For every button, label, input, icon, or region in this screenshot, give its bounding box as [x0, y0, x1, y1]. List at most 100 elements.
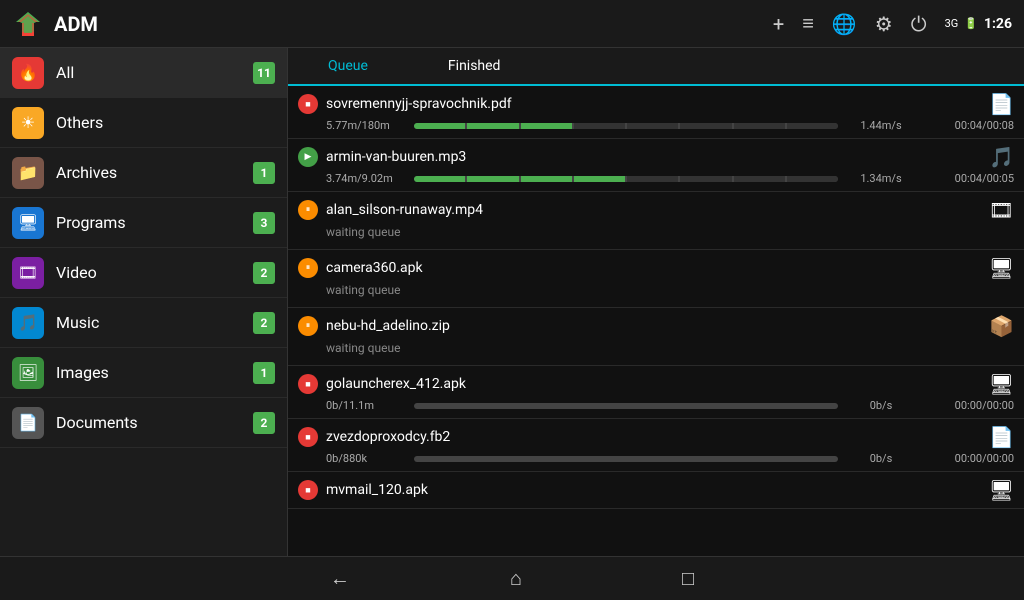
settings-button[interactable]: ⚙: [875, 12, 893, 36]
sidebar: 🔥All11☀Others📁Archives1🖥Programs3🎞Video2…: [0, 48, 288, 556]
sidebar-item-video[interactable]: 🎞Video2: [0, 248, 287, 298]
file-type-icon-4: 🖥: [989, 256, 1014, 280]
power-button[interactable]: ⏻: [911, 12, 927, 36]
menu-button[interactable]: ≡: [802, 11, 814, 36]
progress-bar-2: [414, 176, 838, 182]
progress-info-1: 5.77m/180m: [326, 119, 406, 132]
sidebar-badge-archives: 1: [253, 162, 275, 184]
sidebar-item-images[interactable]: 🖼Images1: [0, 348, 287, 398]
tab-bar: QueueFinished: [288, 48, 1024, 86]
battery-icon: 🔋: [964, 17, 978, 30]
download-item-3[interactable]: ⏸alan_silson-runaway.mp4🎞waiting queue: [288, 192, 1024, 250]
download-header-2: ▶ armin-van-buuren.mp3 🎵: [298, 145, 1014, 169]
top-bar: ADM + ≡ 🌐 ⚙ ⏻ 3G 🔋 1:26: [0, 0, 1024, 48]
sidebar-label-documents: Documents: [56, 413, 253, 432]
download-header-1: ■sovremennyjj-spravochnik.pdf📄: [298, 92, 1014, 116]
speed-1: 1.44m/s: [846, 119, 916, 132]
sidebar-badge-video: 2: [253, 262, 275, 284]
download-list: ■ sovremennyjj-spravochnik.pdf 📄 5.77m/180m…: [288, 86, 1024, 556]
download-item-6[interactable]: ■ golauncherex_412.apk 🖥 0b/11.1m 0b/s 00:00/…: [288, 366, 1024, 419]
sidebar-item-all[interactable]: 🔥 All11: [0, 48, 287, 98]
recent-button[interactable]: □: [682, 566, 694, 591]
app-header: ADM: [12, 8, 773, 40]
archives-icon: 📁: [12, 157, 44, 189]
filename-4: camera360.apk: [326, 260, 981, 276]
status-icon-4: ⏸: [298, 258, 318, 278]
sidebar-label-others: Others: [56, 113, 275, 132]
waiting-label-5: waiting queue: [298, 341, 1014, 359]
sidebar-item-archives[interactable]: 📁Archives1: [0, 148, 287, 198]
sidebar-label-all: All: [56, 63, 253, 82]
progress-bar-7: [414, 456, 838, 462]
progress-row-2: 3.74m/9.02m1.34m/s00:04/00:05: [298, 172, 1014, 185]
download-item-4[interactable]: ⏸ camera360.apk 🖥 waiting queue: [288, 250, 1024, 308]
sidebar-label-video: Video: [56, 263, 253, 282]
home-button[interactable]: ⌂: [510, 566, 522, 591]
speed-6: 0b/s: [846, 399, 916, 412]
progress-row-7: 0b/880k0b/s00:00/00:00: [298, 452, 1014, 465]
filename-1: sovremennyjj-spravochnik.pdf: [326, 96, 981, 112]
download-item-7[interactable]: ■ zvezdoproxodcy.fb2 📄 0b/880k0b/s00:00/00:…: [288, 419, 1024, 472]
download-header-8: ■mvmail_120.apk🖥: [298, 478, 1014, 502]
sidebar-item-documents[interactable]: 📄Documents2: [0, 398, 287, 448]
file-type-icon-6: 🖥: [989, 372, 1014, 396]
status-icon-8: ■: [298, 480, 318, 500]
network-indicator: 3G: [945, 17, 959, 30]
sidebar-badge-programs: 3: [253, 212, 275, 234]
file-type-icon-3: 🎞: [989, 198, 1014, 222]
download-header-7: ■ zvezdoproxodcy.fb2 📄: [298, 425, 1014, 449]
sidebar-item-music[interactable]: 🎵Music2: [0, 298, 287, 348]
file-type-icon-7: 📄: [989, 425, 1014, 449]
progress-info-2: 3.74m/9.02m: [326, 172, 406, 185]
status-icon-2: ▶: [298, 147, 318, 167]
filename-7: zvezdoproxodcy.fb2: [326, 429, 981, 445]
sidebar-badge-all: 11: [253, 62, 275, 84]
sidebar-badge-images: 1: [253, 362, 275, 384]
globe-button[interactable]: 🌐: [832, 12, 857, 36]
status-icon-7: ■: [298, 427, 318, 447]
time-7: 00:00/00:00: [924, 452, 1014, 465]
file-type-icon-2: 🎵: [989, 145, 1014, 169]
bottom-nav: ← ⌂ □: [0, 556, 1024, 600]
file-type-icon-1: 📄: [989, 92, 1014, 116]
download-header-5: ⏸nebu-hd_adelino.zip📦: [298, 314, 1014, 338]
filename-6: golauncherex_412.apk: [326, 376, 981, 392]
time-1: 00:04/00:08: [924, 119, 1014, 132]
download-header-3: ⏸alan_silson-runaway.mp4🎞: [298, 198, 1014, 222]
music-icon: 🎵: [12, 307, 44, 339]
download-item-5[interactable]: ⏸nebu-hd_adelino.zip📦waiting queue: [288, 308, 1024, 366]
download-item-1[interactable]: ■sovremennyjj-spravochnik.pdf📄5.77m/180m…: [288, 86, 1024, 139]
filename-2: armin-van-buuren.mp3: [326, 149, 981, 165]
sidebar-label-programs: Programs: [56, 213, 253, 232]
download-item-2[interactable]: ▶ armin-van-buuren.mp3 🎵 3.74m/9.02m1.34m/s…: [288, 139, 1024, 192]
waiting-label-4: waiting queue: [298, 283, 1014, 301]
progress-info-6: 0b/11.1m: [326, 399, 406, 412]
time-6: 00:00/00:00: [924, 399, 1014, 412]
tab-finished[interactable]: Finished: [408, 48, 541, 86]
toolbar-actions: + ≡ 🌐 ⚙ ⏻ 3G 🔋 1:26: [773, 11, 1012, 36]
status-icon-6: ■: [298, 374, 318, 394]
progress-info-7: 0b/880k: [326, 452, 406, 465]
progress-row-6: 0b/11.1m 0b/s 00:00/00:00: [298, 399, 1014, 412]
back-button[interactable]: ←: [330, 566, 350, 591]
clock: 1:26: [984, 16, 1012, 32]
main-content: 🔥All11☀Others📁Archives1🖥Programs3🎞Video2…: [0, 48, 1024, 556]
add-button[interactable]: +: [773, 12, 784, 36]
progress-bar-1: [414, 123, 838, 129]
status-bar: 3G 🔋 1:26: [945, 16, 1012, 32]
status-icon-5: ⏸: [298, 316, 318, 336]
tab-queue[interactable]: Queue: [288, 48, 408, 86]
sidebar-badge-music: 2: [253, 312, 275, 334]
download-header-4: ⏸ camera360.apk 🖥: [298, 256, 1014, 280]
download-panel: QueueFinished ■ sovremennyjj-spravochnik.…: [288, 48, 1024, 556]
download-item-8[interactable]: ■mvmail_120.apk🖥: [288, 472, 1024, 509]
others-icon: ☀: [12, 107, 44, 139]
sidebar-item-others[interactable]: ☀ Others: [0, 98, 287, 148]
filename-8: mvmail_120.apk: [326, 482, 981, 498]
filename-5: nebu-hd_adelino.zip: [326, 318, 981, 334]
progress-bar-6: [414, 403, 838, 409]
app-logo-icon: [12, 8, 44, 40]
all-icon: 🔥: [12, 57, 44, 89]
sidebar-item-programs[interactable]: 🖥 Programs3: [0, 198, 287, 248]
programs-icon: 🖥: [12, 207, 44, 239]
